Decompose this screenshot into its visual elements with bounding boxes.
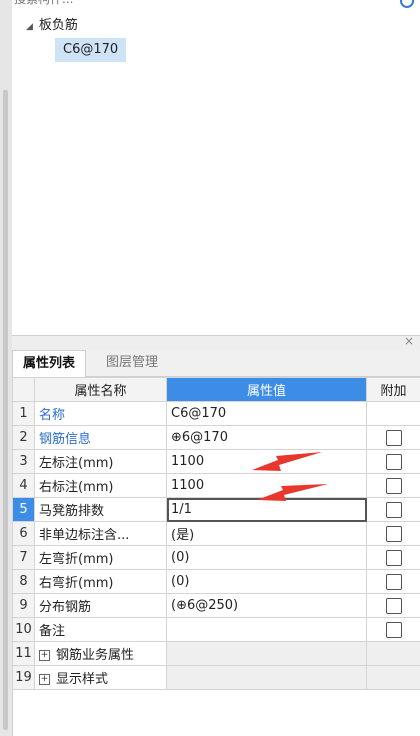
- annotation-arrows: [252, 452, 328, 501]
- red-arrow-icon: [257, 484, 328, 501]
- red-arrow-icon: [252, 452, 322, 471]
